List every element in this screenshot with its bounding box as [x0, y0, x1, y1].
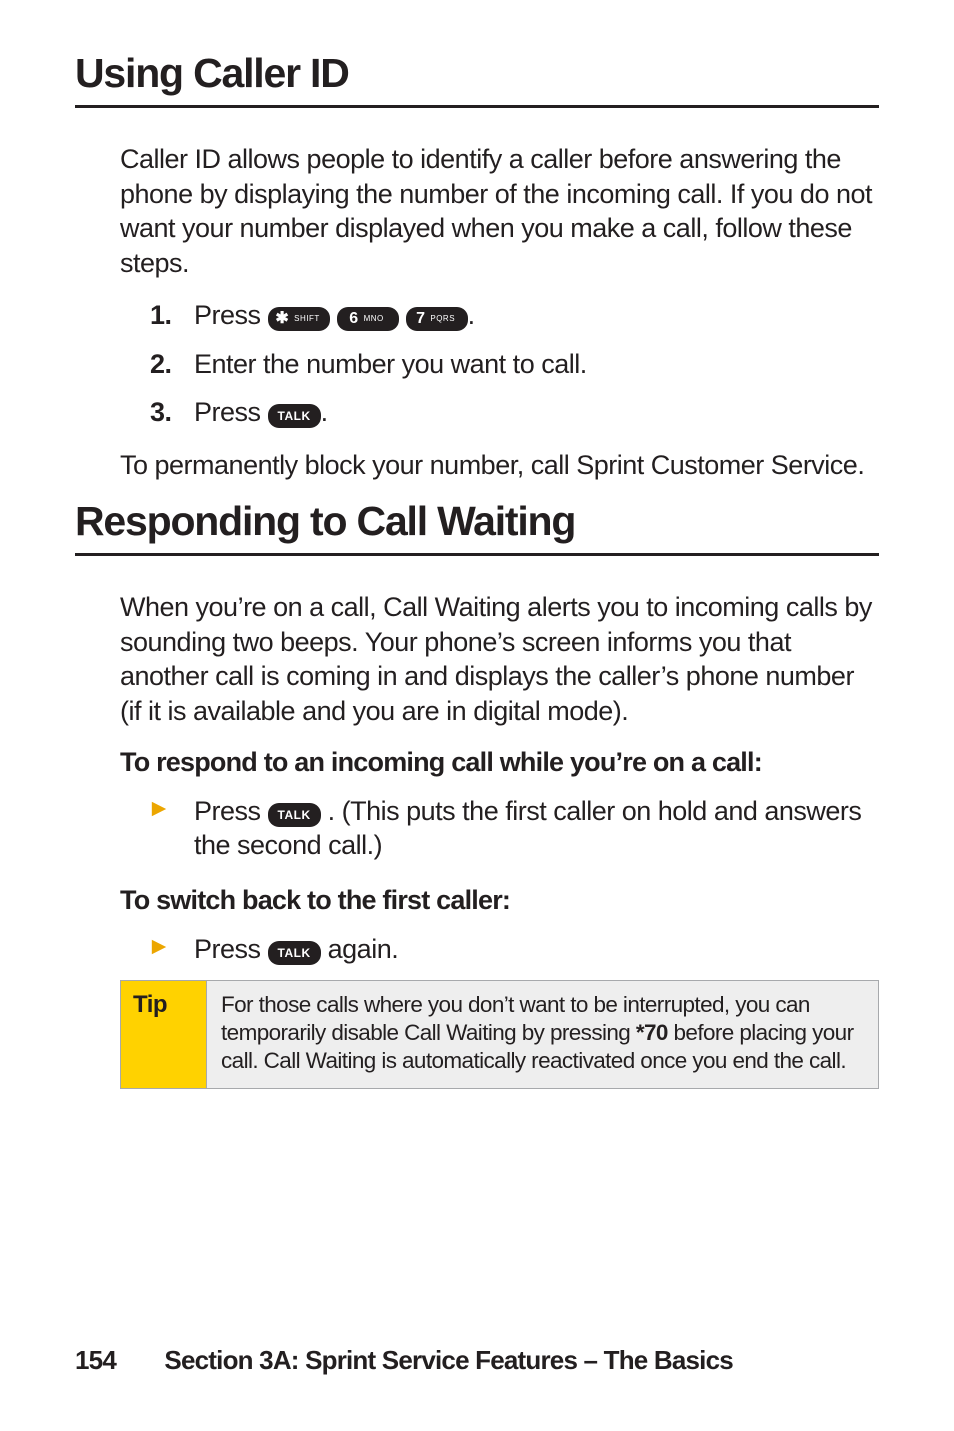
list-item: 3. Press TALK. [150, 395, 879, 430]
intro-call-waiting: When you’re on a call, Call Waiting aler… [120, 590, 879, 728]
list-item: 2. Enter the number you want to call. [150, 347, 879, 382]
arrow-icon [150, 794, 194, 818]
talk-key-icon: TALK [268, 941, 321, 965]
step-text: . [468, 300, 475, 330]
talk-key-icon: TALK [268, 404, 321, 428]
arrow-icon [150, 932, 194, 956]
bullet-text: again. [321, 934, 399, 964]
steps-list: 1. Press ✱SHIFT 6MNO 7PQRS . 2. Enter th… [120, 298, 879, 430]
bullet-text: Press [194, 934, 268, 964]
section-label: Section 3A: Sprint Service Features – Th… [164, 1345, 733, 1375]
step-number: 1. [150, 298, 194, 333]
outro-caller-id: To permanently block your number, call S… [120, 448, 879, 483]
star-key-icon: ✱SHIFT [268, 307, 330, 331]
step-text: Enter the number you want to call. [194, 347, 879, 382]
divider [75, 553, 879, 556]
six-key-icon: 6MNO [337, 307, 399, 331]
tip-label: Tip [121, 981, 207, 1087]
bullet-list: Press TALK again. [120, 932, 879, 967]
talk-key-icon: TALK [268, 803, 321, 827]
subhead-switch-back: To switch back to the first caller: [120, 885, 879, 916]
tip-body: For those calls where you don’t want to … [207, 981, 878, 1087]
list-item: Press TALK . (This puts the first caller… [150, 794, 879, 863]
heading-call-waiting: Responding to Call Waiting [75, 498, 879, 545]
divider [75, 105, 879, 108]
list-item: Press TALK again. [150, 932, 879, 967]
seven-key-icon: 7PQRS [406, 307, 468, 331]
tip-box: Tip For those calls where you don’t want… [120, 980, 879, 1088]
bullet-text: Press [194, 796, 268, 826]
step-text: Press [194, 397, 268, 427]
subhead-respond: To respond to an incoming call while you… [120, 747, 879, 778]
page-number: 154 [75, 1345, 116, 1375]
page-footer: 154 Section 3A: Sprint Service Features … [75, 1345, 733, 1376]
step-text: . [321, 397, 328, 427]
bullet-list: Press TALK . (This puts the first caller… [120, 794, 879, 863]
list-item: 1. Press ✱SHIFT 6MNO 7PQRS . [150, 298, 879, 333]
heading-using-caller-id: Using Caller ID [75, 50, 879, 97]
step-number: 3. [150, 395, 194, 430]
intro-caller-id: Caller ID allows people to identify a ca… [120, 142, 879, 280]
step-number: 2. [150, 347, 194, 382]
step-text: Press [194, 300, 268, 330]
